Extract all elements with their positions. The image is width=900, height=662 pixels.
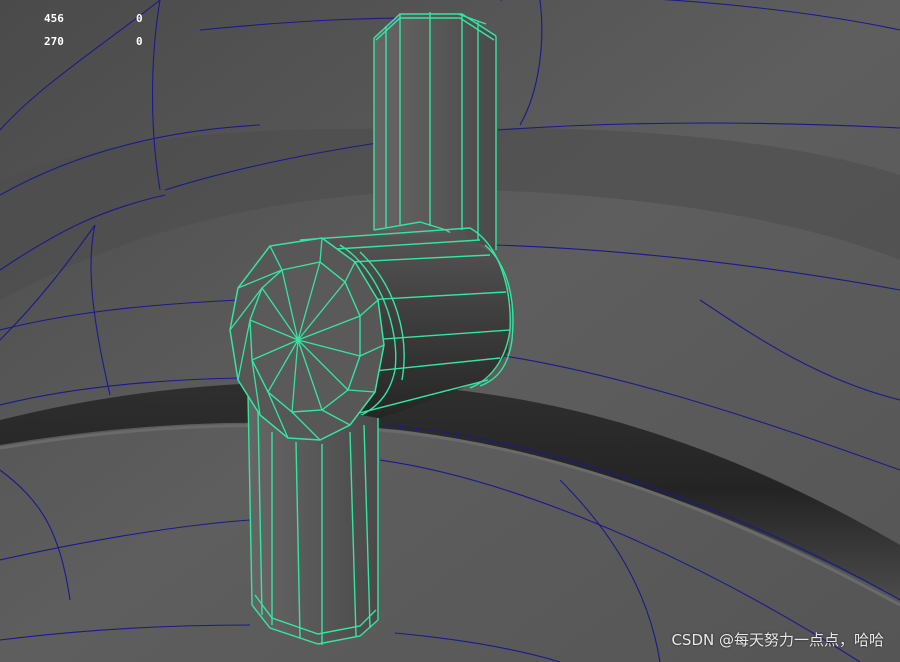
scene-canvas[interactable] (0, 0, 900, 662)
hud-value: 270 (44, 35, 64, 48)
watermark-text: CSDN @每天努力一点点，哈哈 (671, 631, 884, 649)
3d-viewport[interactable]: 456 0 270 0 CSDN @每天努力一点点，哈哈 (0, 0, 900, 662)
hud-delta: 0 (136, 35, 143, 48)
hud-value: 456 (44, 12, 64, 25)
upper-arm-mesh[interactable] (373, 12, 497, 259)
hud-delta: 0 (136, 12, 143, 25)
poly-count-hud: 456 0 270 0 (0, 0, 200, 60)
